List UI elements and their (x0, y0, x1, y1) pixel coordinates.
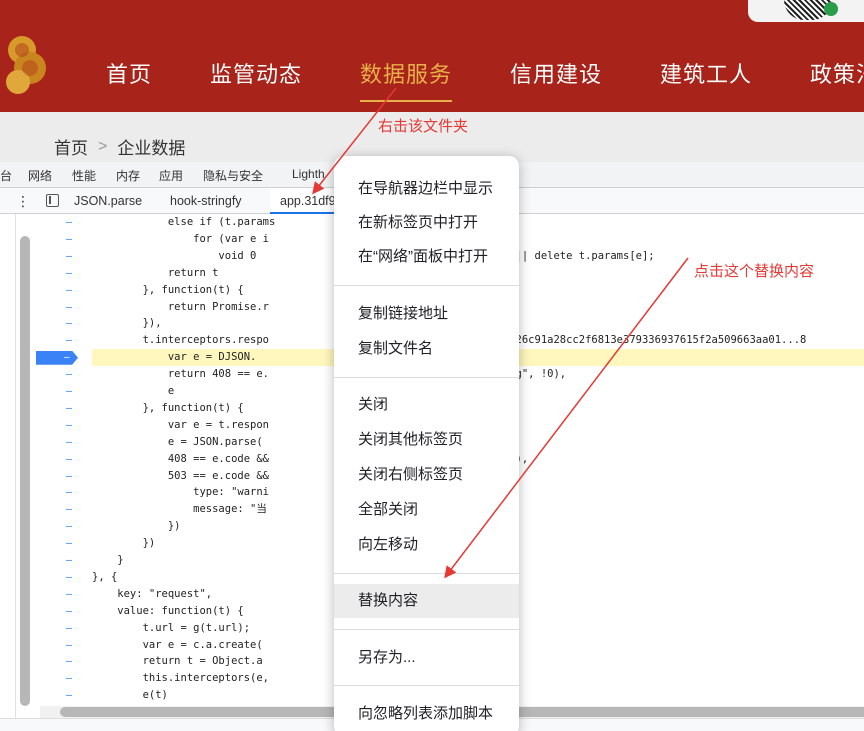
gutter-marker[interactable]: – (66, 417, 74, 434)
gutter-marker[interactable]: – (66, 434, 74, 451)
gutter-marker[interactable]: – (66, 637, 74, 654)
menu-separator (334, 285, 519, 286)
gutter-marker[interactable]: – (66, 535, 74, 552)
gutter-marker[interactable]: – (66, 332, 74, 349)
screenshot-root: 首页 监管动态 数据服务 信用建设 建筑工人 政策法 首页 > 企业数据 台 网… (0, 0, 864, 731)
nav-regulation[interactable]: 监管动态 (210, 48, 302, 102)
sidebar-toggle-icon[interactable] (46, 194, 59, 207)
gutter-marker[interactable]: – (66, 586, 74, 603)
gutter-marker[interactable]: – (66, 214, 74, 231)
gutter-marker[interactable]: – (66, 501, 74, 518)
tab-lighthouse[interactable]: Lighth (292, 167, 325, 181)
breakpoint-marker[interactable]: – (36, 350, 78, 365)
tab-performance[interactable]: 性能 (72, 167, 96, 184)
gutter-marker[interactable]: – (66, 282, 74, 299)
menu-save-as[interactable]: 另存为... (334, 641, 519, 675)
menu-open-new-tab[interactable]: 在新标签页中打开 (334, 206, 519, 240)
gutter-marker[interactable]: – (66, 518, 74, 535)
menu-separator (334, 573, 519, 574)
gutter-marker[interactable]: – (66, 366, 74, 383)
tab-application[interactable]: 应用 (159, 167, 183, 184)
nav-home[interactable]: 首页 (106, 48, 152, 102)
navigator-sidebar (0, 214, 16, 731)
gutter-marker[interactable]: – (66, 603, 74, 620)
logo-icon (6, 36, 46, 94)
line-gutter: – – – – – – – – – – – – – – – – – – – – – – – – – – – – – (36, 214, 92, 714)
tab-console[interactable]: 台 (0, 167, 12, 184)
annotation-right-click: 右击该文件夹 (378, 118, 469, 135)
gutter-marker[interactable]: – (66, 383, 74, 400)
tab-network[interactable]: 网络 (28, 167, 52, 184)
nav-policy[interactable]: 政策法 (810, 48, 864, 102)
menu-close[interactable]: 关闭 (334, 388, 519, 422)
gutter-marker[interactable]: – (66, 620, 74, 637)
nav-data-service[interactable]: 数据服务 (360, 48, 453, 102)
wechat-icon (824, 2, 838, 16)
menu-separator (334, 629, 519, 630)
gutter-marker[interactable]: – (66, 265, 74, 282)
annotation-click-override: 点击这个替换内容 (694, 263, 815, 280)
gutter-marker[interactable]: – (66, 484, 74, 501)
breadcrumb-current: 企业数据 (117, 139, 186, 158)
file-tab-json-parse[interactable]: JSON.parse (74, 188, 142, 214)
tab-privacy-security[interactable]: 隐私与安全 (203, 167, 263, 184)
gutter-marker[interactable]: – (66, 315, 74, 332)
menu-move-left[interactable]: 向左移动 (334, 528, 519, 562)
gutter-marker[interactable]: – (66, 231, 74, 248)
menu-copy-filename[interactable]: 复制文件名 (334, 332, 519, 366)
menu-add-to-ignore-list[interactable]: 向忽略列表添加脚本 (334, 697, 519, 731)
breadcrumb-home[interactable]: 首页 (54, 134, 88, 159)
gutter-marker[interactable]: – (66, 552, 74, 569)
menu-close-right[interactable]: 关闭右侧标签页 (334, 458, 519, 492)
tab-memory[interactable]: 内存 (116, 167, 140, 184)
gutter-marker[interactable]: – (66, 687, 74, 704)
nav-workers[interactable]: 建筑工人 (660, 48, 752, 102)
nav-credit[interactable]: 信用建设 (510, 48, 602, 102)
menu-close-all[interactable]: 全部关闭 (334, 493, 519, 527)
sidebar-scrollbar[interactable] (20, 236, 30, 706)
menu-separator (334, 685, 519, 686)
gutter-marker[interactable]: – (66, 248, 74, 265)
more-vertical-icon[interactable]: ⋮ (16, 188, 30, 214)
file-tab-app-js[interactable]: app.31df9 (270, 188, 342, 214)
gutter-marker[interactable]: – (66, 569, 74, 586)
gutter-marker[interactable]: – (66, 400, 74, 417)
site-header: 首页 监管动态 数据服务 信用建设 建筑工人 政策法 (0, 0, 864, 112)
file-tab-hook-stringfy[interactable]: hook-stringfy (170, 188, 242, 214)
menu-open-network-panel[interactable]: 在“网络”面板中打开 (334, 240, 519, 274)
breadcrumb: 首页 > 企业数据 (54, 134, 185, 159)
chevron-right-icon: > (98, 137, 108, 155)
gutter-marker[interactable]: – (66, 468, 74, 485)
gutter-marker[interactable]: – (66, 670, 74, 687)
context-menu: 在导航器边栏中显示 在新标签页中打开 在“网络”面板中打开 复制链接地址 复制文… (334, 156, 519, 731)
gutter-marker[interactable]: – (66, 653, 74, 670)
menu-reveal-in-navigator[interactable]: 在导航器边栏中显示 (334, 172, 519, 206)
gutter-marker[interactable]: – (66, 451, 74, 468)
menu-close-others[interactable]: 关闭其他标签页 (334, 423, 519, 457)
menu-override-content[interactable]: 替换内容 (334, 584, 519, 618)
gutter-marker[interactable]: – (66, 299, 74, 316)
menu-copy-link[interactable]: 复制链接地址 (334, 297, 519, 331)
menu-separator (334, 377, 519, 378)
